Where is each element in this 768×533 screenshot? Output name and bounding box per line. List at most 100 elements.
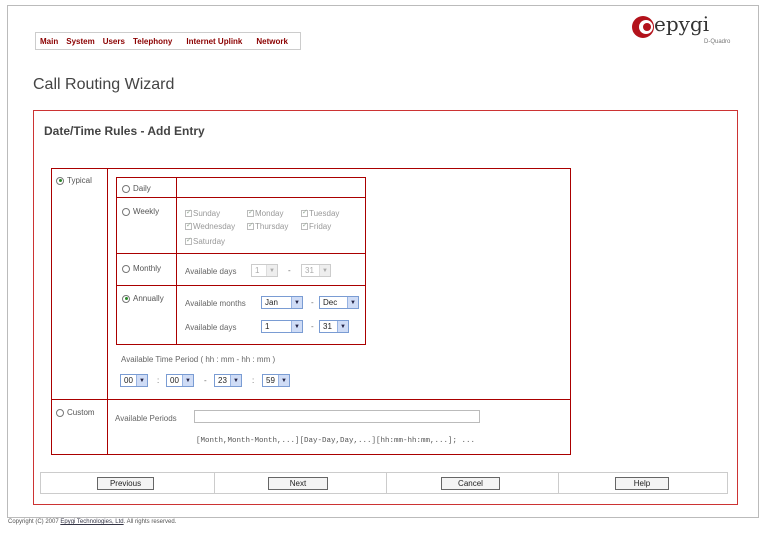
weekday-sunday-label: Sunday bbox=[193, 209, 221, 218]
time-hour-from-select[interactable]: 00 ▼ bbox=[120, 374, 148, 387]
help-button[interactable]: Help bbox=[615, 477, 669, 490]
weekday-saturday[interactable]: Saturday bbox=[185, 236, 226, 246]
next-button[interactable]: Next bbox=[268, 477, 328, 490]
annually-label: Annually bbox=[133, 294, 164, 303]
time-minute-to-value: 59 bbox=[266, 376, 275, 385]
time-minute-to-select[interactable]: 59 ▼ bbox=[262, 374, 290, 387]
dash: - bbox=[288, 266, 291, 275]
page-title: Call Routing Wizard bbox=[33, 76, 175, 93]
chevron-down-icon: ▼ bbox=[182, 375, 193, 386]
annually-radio[interactable] bbox=[122, 294, 130, 303]
weekday-tuesday-label: Tuesday bbox=[309, 209, 340, 218]
chevron-down-icon: ▼ bbox=[278, 375, 289, 386]
monthly-radio[interactable] bbox=[122, 264, 130, 273]
checkbox-icon[interactable] bbox=[185, 221, 192, 231]
chevron-down-icon: ▼ bbox=[291, 321, 302, 332]
weekly-radio[interactable] bbox=[122, 207, 130, 216]
top-nav: Main System Users Telephony Internet Upl… bbox=[35, 32, 301, 50]
time-minute-from-select[interactable]: 00 ▼ bbox=[166, 374, 194, 387]
monthly-day-to-select[interactable]: 31 ▼ bbox=[301, 264, 331, 277]
checkbox-icon[interactable] bbox=[301, 208, 308, 218]
annually-day-from-select[interactable]: 1 ▼ bbox=[261, 320, 303, 333]
custom-divider bbox=[107, 400, 108, 455]
time-hour-to-select[interactable]: 23 ▼ bbox=[214, 374, 242, 387]
checkbox-icon[interactable] bbox=[301, 221, 308, 231]
custom-option[interactable]: Custom bbox=[56, 408, 95, 417]
cancel-button[interactable]: Cancel bbox=[441, 477, 500, 490]
chevron-down-icon: ▼ bbox=[291, 297, 302, 308]
monthly-days-label: Available days bbox=[185, 267, 237, 276]
annually-option[interactable]: Annually bbox=[122, 294, 164, 303]
annually-days-label: Available days bbox=[185, 323, 237, 332]
custom-row bbox=[51, 400, 571, 455]
chevron-down-icon: ▼ bbox=[136, 375, 147, 386]
company-link[interactable]: Epygi Technologies, Ltd bbox=[60, 519, 123, 525]
weekday-tuesday[interactable]: Tuesday bbox=[301, 208, 340, 218]
typical-label: Typical bbox=[67, 176, 92, 185]
annually-months-label: Available months bbox=[185, 299, 246, 308]
annually-day-from-value: 1 bbox=[265, 322, 270, 331]
monthly-label: Monthly bbox=[133, 264, 162, 273]
chevron-down-icon: ▼ bbox=[347, 297, 358, 308]
nav-network[interactable]: Network bbox=[256, 37, 288, 46]
dash: - bbox=[204, 376, 207, 385]
weekly-option[interactable]: Weekly bbox=[122, 207, 159, 216]
weekday-wednesday-label: Wednesday bbox=[193, 222, 236, 231]
copyright-suffix: . All rights reserved. bbox=[123, 519, 177, 525]
daily-row bbox=[116, 177, 366, 198]
time-hour-from-value: 00 bbox=[124, 376, 133, 385]
time-period-label: Available Time Period ( hh : mm - hh : m… bbox=[121, 355, 276, 364]
checkbox-icon[interactable] bbox=[247, 208, 254, 218]
weekday-wednesday[interactable]: Wednesday bbox=[185, 221, 236, 231]
annually-month-to-value: Dec bbox=[323, 298, 338, 307]
frequency-divider bbox=[176, 177, 177, 345]
checkbox-icon[interactable] bbox=[185, 208, 192, 218]
colon: : bbox=[157, 376, 160, 385]
weekday-friday-label: Friday bbox=[309, 222, 332, 231]
available-periods-label: Available Periods bbox=[115, 414, 177, 423]
weekday-friday[interactable]: Friday bbox=[301, 221, 332, 231]
colon: : bbox=[252, 376, 255, 385]
typical-option[interactable]: Typical bbox=[56, 176, 92, 185]
daily-radio[interactable] bbox=[122, 184, 130, 193]
nav-main[interactable]: Main bbox=[40, 37, 58, 46]
available-periods-input[interactable] bbox=[194, 410, 480, 423]
weekday-monday-label: Monday bbox=[255, 209, 284, 218]
annually-month-to-select[interactable]: Dec ▼ bbox=[319, 296, 359, 309]
time-hour-to-value: 23 bbox=[218, 376, 227, 385]
monthly-day-to-value: 31 bbox=[305, 266, 314, 275]
logo-swoosh-icon bbox=[632, 16, 654, 38]
annually-month-from-value: Jan bbox=[265, 298, 278, 307]
monthly-day-from-select[interactable]: 1 ▼ bbox=[251, 264, 278, 277]
previous-button[interactable]: Previous bbox=[97, 477, 154, 490]
weekday-thursday-label: Thursday bbox=[255, 222, 289, 231]
available-periods-hint: [Month,Month-Month,...][Day-Day,Day,...]… bbox=[196, 437, 476, 445]
annually-day-to-select[interactable]: 31 ▼ bbox=[319, 320, 349, 333]
copyright-prefix: Copyright (C) 2007 bbox=[8, 519, 61, 525]
typical-divider bbox=[51, 168, 108, 400]
logo-wordmark: epygi bbox=[654, 12, 710, 36]
nav-system[interactable]: System bbox=[66, 37, 94, 46]
custom-radio[interactable] bbox=[56, 408, 64, 417]
logo-subtitle: D-Quadro bbox=[704, 39, 731, 45]
weekday-thursday[interactable]: Thursday bbox=[247, 221, 289, 231]
nav-internet-uplink[interactable]: Internet Uplink bbox=[186, 37, 242, 46]
chevron-down-icon: ▼ bbox=[266, 265, 277, 276]
weekday-monday[interactable]: Monday bbox=[247, 208, 284, 218]
daily-option[interactable]: Daily bbox=[122, 184, 151, 193]
time-minute-from-value: 00 bbox=[170, 376, 179, 385]
nav-telephony[interactable]: Telephony bbox=[133, 37, 172, 46]
chevron-down-icon: ▼ bbox=[319, 265, 330, 276]
monthly-option[interactable]: Monthly bbox=[122, 264, 161, 273]
monthly-day-from-value: 1 bbox=[255, 266, 260, 275]
nav-users[interactable]: Users bbox=[103, 37, 125, 46]
copyright-footer: Copyright (C) 2007 Epygi Technologies, L… bbox=[8, 519, 176, 525]
checkbox-icon[interactable] bbox=[247, 221, 254, 231]
weekday-sunday[interactable]: Sunday bbox=[185, 208, 221, 218]
annually-month-from-select[interactable]: Jan ▼ bbox=[261, 296, 303, 309]
typical-radio[interactable] bbox=[56, 176, 64, 185]
daily-label: Daily bbox=[133, 184, 151, 193]
checkbox-icon[interactable] bbox=[185, 236, 192, 246]
weekday-saturday-label: Saturday bbox=[193, 237, 226, 246]
dash: - bbox=[311, 322, 314, 331]
